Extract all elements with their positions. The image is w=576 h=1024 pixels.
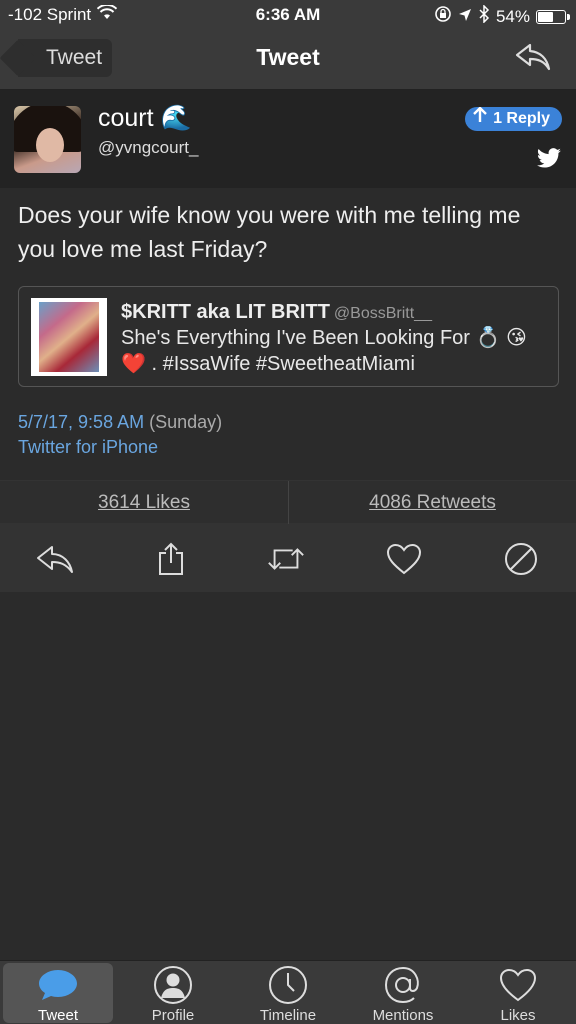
avatar[interactable] bbox=[14, 106, 81, 173]
tweet-date: 5/7/17, 9:58 AM bbox=[18, 412, 145, 432]
tweet-header: court 🌊 @yvngcourt_ 1 Reply bbox=[0, 90, 576, 188]
arrow-up-icon bbox=[473, 106, 487, 131]
tweet-day: (Sunday) bbox=[149, 412, 223, 432]
bluetooth-icon bbox=[478, 4, 490, 28]
tab-mentions-label: Mentions bbox=[372, 1007, 434, 1024]
status-bar: -102 Sprint 6:36 AM 54% bbox=[0, 0, 576, 30]
retweets-count[interactable]: 4086 Retweets bbox=[288, 481, 576, 525]
block-icon[interactable] bbox=[501, 541, 541, 577]
quoted-tweet[interactable]: $KRITT aka LIT BRITT @BossBritt__ She's E… bbox=[18, 286, 559, 387]
retweet-icon[interactable] bbox=[266, 541, 306, 577]
user-handle[interactable]: @yvngcourt_ bbox=[98, 138, 198, 158]
tab-bar: Tweet Profile Timeline Mentions Likes bbox=[0, 960, 576, 1024]
status-right: 54% bbox=[434, 4, 570, 28]
tab-tweet-label: Tweet bbox=[37, 1007, 79, 1024]
tab-mentions[interactable]: Mentions bbox=[348, 963, 458, 1024]
person-icon bbox=[118, 965, 228, 1005]
likes-count[interactable]: 3614 Likes bbox=[0, 481, 288, 525]
tweet-timestamp: 5/7/17, 9:58 AM (Sunday) bbox=[18, 412, 222, 433]
reply-action-icon[interactable] bbox=[35, 541, 75, 577]
location-icon bbox=[458, 7, 472, 27]
battery-icon bbox=[536, 9, 570, 24]
tweet-stats: 3614 Likes 4086 Retweets bbox=[0, 480, 576, 525]
orientation-lock-icon bbox=[434, 5, 452, 28]
tab-timeline-label: Timeline bbox=[259, 1007, 317, 1024]
quoted-user: $KRITT aka LIT BRITT @BossBritt__ bbox=[121, 301, 432, 324]
tab-profile[interactable]: Profile bbox=[118, 963, 228, 1024]
at-icon bbox=[348, 965, 458, 1005]
tab-tweet[interactable]: Tweet bbox=[3, 963, 113, 1024]
battery-percent: 54% bbox=[495, 6, 530, 26]
clock-icon bbox=[233, 965, 343, 1005]
quoted-user-handle: @BossBritt__ bbox=[333, 305, 432, 322]
speech-bubble-icon bbox=[3, 965, 113, 1005]
tweet-source[interactable]: Twitter for iPhone bbox=[18, 437, 158, 458]
share-icon[interactable] bbox=[151, 541, 191, 577]
quoted-tweet-text: She's Everything I've Been Looking For 💍… bbox=[121, 327, 527, 375]
tweet-actions bbox=[0, 524, 576, 592]
tweet-text: Does your wife know you were with me tel… bbox=[18, 202, 521, 262]
tab-profile-label: Profile bbox=[151, 1007, 195, 1024]
tab-likes-label: Likes bbox=[500, 1007, 536, 1024]
heart-icon bbox=[463, 965, 573, 1005]
quoted-user-name: $KRITT aka LIT BRITT bbox=[121, 301, 330, 323]
quoted-tweet-image bbox=[31, 298, 107, 376]
battery-level bbox=[538, 11, 554, 22]
tab-likes[interactable]: Likes bbox=[463, 963, 573, 1024]
tab-timeline[interactable]: Timeline bbox=[233, 963, 343, 1024]
like-icon[interactable] bbox=[384, 541, 424, 577]
twitter-bird-icon bbox=[536, 148, 562, 175]
reply-count-button[interactable]: 1 Reply bbox=[465, 106, 562, 131]
user-name[interactable]: court 🌊 bbox=[98, 104, 192, 133]
reply-icon[interactable] bbox=[514, 42, 552, 77]
reply-count-label: 1 Reply bbox=[493, 110, 550, 127]
page-title: Tweet bbox=[256, 44, 320, 70]
nav-bar: Tweet Tweet bbox=[0, 30, 576, 90]
